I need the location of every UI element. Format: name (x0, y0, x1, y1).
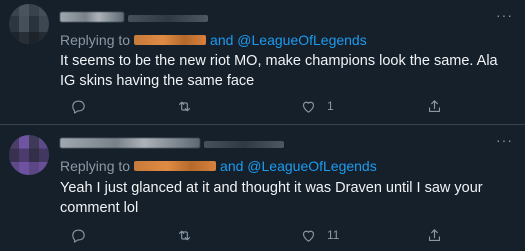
replying-to-line: Replying to and @LeagueOfLegends (60, 31, 367, 49)
like-button[interactable]: 1 (300, 96, 334, 116)
like-count: 1 (327, 99, 334, 113)
like-count: 11 (327, 228, 340, 242)
tweet[interactable]: ··· Replying to and @LeagueOfLegends It s… (0, 0, 525, 124)
more-icon[interactable]: ··· (496, 8, 513, 22)
redacted-handle (128, 15, 208, 22)
replying-to-handle-link[interactable]: @LeagueOfLegends (247, 158, 376, 174)
retweet-icon (178, 230, 191, 240)
replying-to-line: Replying to and @LeagueOfLegends (60, 157, 377, 175)
redacted-display-name[interactable] (60, 138, 200, 148)
retweet-button[interactable] (176, 96, 193, 116)
like-icon (302, 101, 315, 113)
redacted-display-name[interactable] (60, 12, 124, 22)
like-icon (302, 230, 315, 242)
reply-icon (72, 229, 85, 243)
like-button[interactable]: 11 (300, 225, 339, 245)
share-icon (428, 228, 441, 241)
reply-button[interactable] (70, 96, 87, 116)
redacted-replied-handle[interactable] (134, 161, 217, 172)
tweet[interactable]: ··· Replying to and @LeagueOfLegends Yeah… (0, 125, 525, 251)
share-icon (428, 99, 441, 112)
replying-to-prefix: Replying to (60, 32, 131, 48)
reply-icon (72, 100, 85, 114)
replying-to-and: and (220, 158, 244, 174)
tweet-text: It seems to be the new riot MO, make cha… (60, 53, 498, 89)
redacted-replied-handle[interactable] (134, 35, 207, 46)
replying-to-prefix: Replying to (60, 158, 131, 174)
share-button[interactable] (426, 225, 443, 245)
retweet-icon (178, 101, 191, 111)
replying-to-handle-link[interactable]: @LeagueOfLegends (237, 32, 366, 48)
redacted-handle (204, 141, 284, 148)
avatar[interactable] (9, 4, 49, 44)
replying-to-and: and (210, 32, 234, 48)
retweet-button[interactable] (176, 225, 193, 245)
share-button[interactable] (426, 96, 443, 116)
tweet-text: Yeah I just glanced at it and thought it… (60, 180, 483, 216)
reply-button[interactable] (70, 225, 87, 245)
more-icon[interactable]: ··· (496, 133, 513, 147)
tweet-actions: 11 (60, 225, 505, 245)
avatar[interactable] (9, 135, 49, 175)
tweet-actions: 1 (60, 96, 505, 116)
